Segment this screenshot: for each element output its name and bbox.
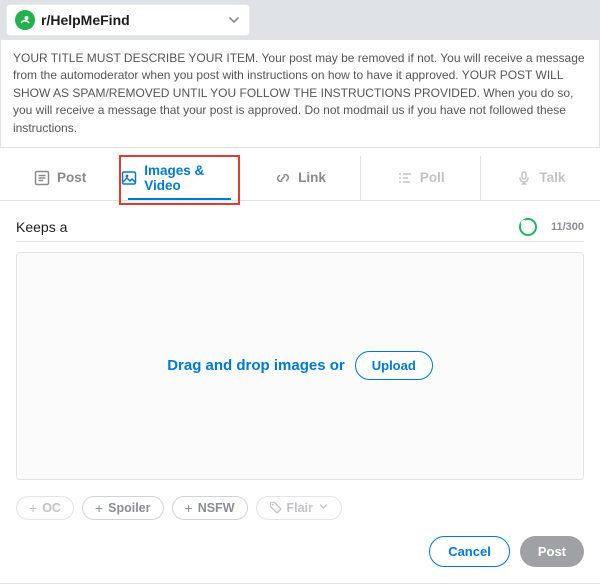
tab-link[interactable]: Link (240, 156, 360, 200)
community-selector[interactable]: r/HelpMeFind (6, 4, 250, 36)
char-counter: 11/300 (551, 221, 584, 233)
tab-post-label: Post (57, 170, 86, 185)
tag-icon (269, 501, 282, 514)
cancel-button[interactable]: Cancel (429, 536, 510, 567)
community-avatar-icon (15, 10, 35, 30)
tags-row: + OC + Spoiler + NSFW Flair (0, 480, 600, 536)
post-icon (33, 169, 51, 187)
image-icon (120, 169, 138, 187)
plus-icon: + (185, 501, 193, 515)
tab-poll: Poll (361, 156, 481, 200)
tab-images-video[interactable]: Images & Video (120, 156, 240, 200)
tab-talk: Talk (481, 156, 600, 200)
top-bar: r/HelpMeFind (0, 0, 600, 40)
chevron-down-icon (318, 501, 329, 515)
tab-poll-label: Poll (420, 170, 445, 185)
title-input[interactable] (16, 213, 511, 241)
post-button[interactable]: Post (520, 536, 584, 567)
chevron-down-icon (227, 13, 241, 27)
spoiler-tag-button[interactable]: + Spoiler (82, 496, 164, 520)
plus-icon: + (29, 501, 37, 515)
title-row: 11/300 (0, 207, 600, 241)
poll-icon (396, 169, 414, 187)
nsfw-tag-button[interactable]: + NSFW (172, 496, 248, 520)
oc-tag-button[interactable]: + OC (16, 496, 74, 520)
flair-tag-button[interactable]: Flair (256, 496, 342, 520)
post-type-tabs: Post Images & Video Link Poll Talk (0, 156, 600, 201)
nsfw-label: NSFW (198, 501, 235, 515)
media-dropzone[interactable]: Drag and drop images or Upload (16, 252, 584, 480)
oc-label: OC (42, 501, 61, 515)
plus-icon: + (95, 501, 103, 515)
footer-actions: Cancel Post (0, 536, 600, 581)
tab-post[interactable]: Post (0, 156, 120, 200)
upload-button[interactable]: Upload (355, 351, 433, 380)
flair-label: Flair (287, 501, 313, 515)
tab-talk-label: Talk (539, 170, 565, 185)
rules-notice: YOUR TITLE MUST DESCRIBE YOUR ITEM. Your… (0, 40, 600, 148)
tab-link-label: Link (298, 170, 326, 185)
grammarly-icon[interactable] (519, 218, 537, 236)
drop-text: Drag and drop images or (167, 357, 345, 374)
community-name: r/HelpMeFind (41, 12, 130, 28)
spoiler-label: Spoiler (108, 501, 150, 515)
link-icon (274, 169, 292, 187)
divider (16, 241, 584, 242)
tab-images-label: Images & Video (144, 163, 239, 193)
mic-icon (515, 169, 533, 187)
